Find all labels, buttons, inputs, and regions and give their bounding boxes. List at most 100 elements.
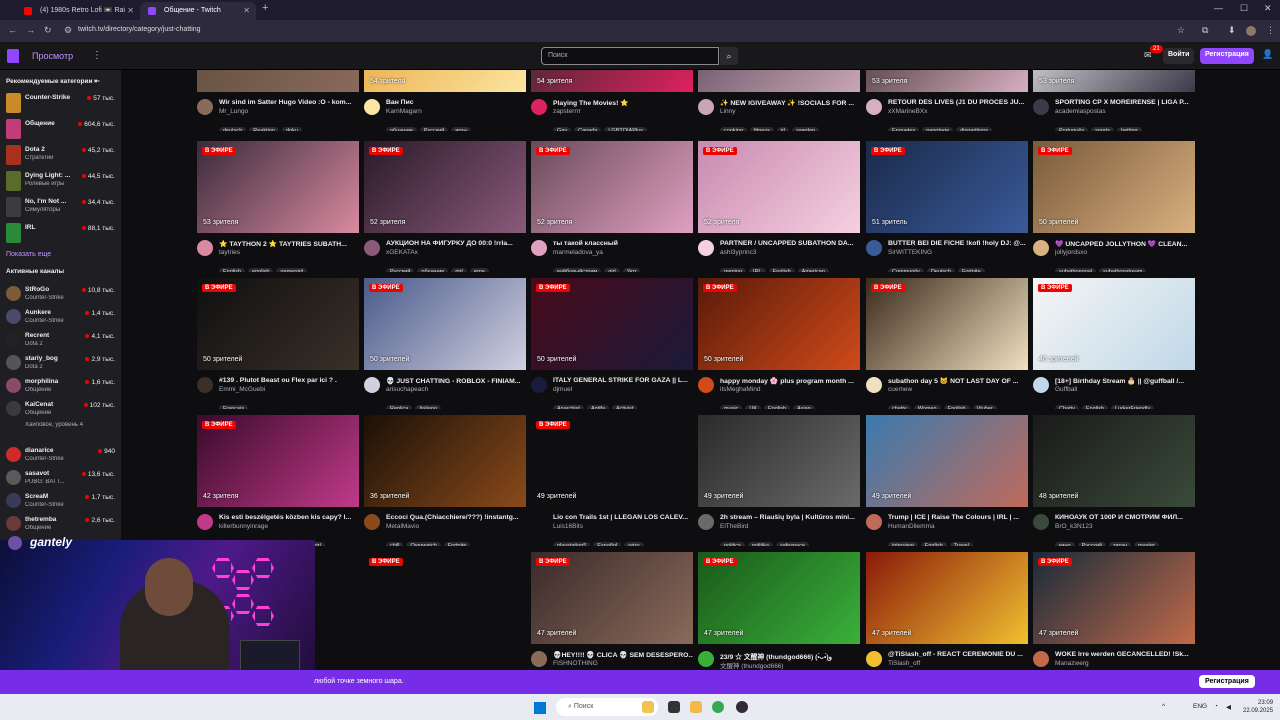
stream-title[interactable]: ты такой классный bbox=[553, 240, 693, 247]
stream-tag[interactable]: Travel bbox=[949, 542, 973, 546]
stream-tag[interactable]: общение bbox=[417, 268, 449, 272]
stream-title[interactable]: Playing The Movies! ⭐ bbox=[553, 99, 693, 107]
stream-tag[interactable]: Deutsch bbox=[926, 268, 955, 272]
network-icon[interactable]: ◔ bbox=[1214, 703, 1218, 710]
stream-tag[interactable]: Vtuber bbox=[972, 405, 997, 409]
channel-name[interactable]: cuemew bbox=[888, 386, 1028, 393]
stream-tag[interactable]: Português bbox=[1055, 127, 1089, 131]
stream-title[interactable]: 💜 UNCAPPED JOLLYTHON 💜 CLEAN... bbox=[1055, 240, 1195, 248]
maximize-button[interactable]: ☐ bbox=[1240, 3, 1248, 14]
stream-tag[interactable]: Enquetes bbox=[888, 127, 920, 131]
channel-name[interactable]: HumanDilemma bbox=[888, 523, 1028, 530]
windows-start-icon[interactable] bbox=[534, 702, 546, 714]
channel-avatar[interactable] bbox=[197, 514, 213, 530]
stream-title[interactable]: 💀HEY!!!! 💀 CLICA 💀 SEM DESESPERO... bbox=[553, 651, 693, 659]
close-icon[interactable]: ✕ bbox=[243, 2, 250, 20]
volume-icon[interactable]: ◀ bbox=[1226, 703, 1231, 711]
channel-avatar[interactable] bbox=[1033, 651, 1049, 667]
channel-name[interactable]: djmuel bbox=[553, 386, 693, 393]
stream-tag[interactable]: Fortnite bbox=[958, 268, 985, 272]
search-button[interactable]: ⌕ bbox=[720, 47, 738, 65]
stream-tag[interactable]: doku bbox=[281, 127, 302, 131]
stream-title[interactable]: ⭐ TAYTHON 2 ⭐ TAYTRIES SUBATH... bbox=[219, 240, 359, 248]
stream-tag[interactable]: IRL bbox=[749, 268, 766, 272]
channel-name[interactable]: itsMeghaMind bbox=[720, 386, 860, 393]
search-input[interactable]: Поиск bbox=[541, 47, 719, 65]
stream-title[interactable]: Lio con Trails 1st | LLEGAN LOS CALEV... bbox=[553, 514, 693, 521]
stream-tag[interactable]: English bbox=[943, 405, 970, 409]
channel-name[interactable]: Luis16Bits bbox=[553, 523, 693, 530]
stream-tag[interactable]: girl bbox=[451, 268, 467, 272]
channel-name[interactable]: Linny bbox=[720, 108, 860, 115]
stream-title[interactable]: КИНОАУК ОТ 100Р И СМОТРИМ ФИЛ... bbox=[1055, 514, 1195, 521]
stream-tag[interactable]: Overwatch bbox=[406, 542, 441, 546]
stream-title[interactable]: 💀 JUST CHATTING - ROBLOX - FINIAM... bbox=[386, 377, 526, 385]
stream-tag[interactable]: playstation5 bbox=[553, 542, 591, 546]
login-button[interactable]: Войти bbox=[1163, 48, 1195, 64]
stream-title[interactable]: #139 . Plutot Beast ou Flex par ici ? . bbox=[219, 377, 359, 384]
stream-tag[interactable]: interview bbox=[888, 542, 918, 546]
close-icon[interactable]: ✕ bbox=[127, 2, 134, 20]
channel-name[interactable]: Emmi_McGuebi bbox=[219, 386, 359, 393]
stream-title[interactable]: Kis esti beszélgetés közben kis capy? l.… bbox=[219, 514, 359, 521]
sidebar-category-item[interactable]: No, I'm Not ... Симуляторы 34,4 тыс. bbox=[0, 194, 121, 220]
stream-tag[interactable]: English bbox=[768, 268, 795, 272]
channel-avatar[interactable] bbox=[197, 377, 213, 393]
channel-avatar[interactable] bbox=[364, 99, 380, 115]
stream-tag[interactable]: Italiano bbox=[415, 405, 442, 409]
downloads-icon[interactable]: ⬇ bbox=[1228, 25, 1236, 36]
stream-tag[interactable]: Уют bbox=[622, 268, 641, 272]
stream-tag[interactable]: cooking bbox=[720, 127, 747, 131]
channel-name[interactable]: Guffball bbox=[1055, 386, 1195, 393]
stream-title[interactable]: @TiSlash_off - REACT CEREMONIE DU ... bbox=[888, 651, 1028, 658]
stream-tag[interactable]: irl bbox=[776, 127, 790, 131]
channel-name[interactable]: Manazwerg bbox=[1055, 660, 1195, 667]
stream-tag[interactable]: fitness bbox=[749, 127, 774, 131]
channel-avatar[interactable] bbox=[1033, 514, 1049, 530]
channel-avatar[interactable] bbox=[698, 514, 714, 530]
sidebar-category-item[interactable]: Dying Light: ... Ролевые игры 44,5 тыс. bbox=[0, 168, 121, 194]
stream-title[interactable]: PARTNER / UNCAPPED SUBATHON DA... bbox=[720, 240, 860, 247]
channel-avatar[interactable] bbox=[531, 99, 547, 115]
channel-avatar[interactable] bbox=[866, 377, 882, 393]
stream-tag[interactable]: UK bbox=[745, 405, 762, 409]
stream-tag[interactable]: English bbox=[764, 405, 791, 409]
stream-tag[interactable]: Gay bbox=[553, 127, 572, 131]
sidebar-category-item[interactable]: Dota 2 Стратегии 45,2 тыс. bbox=[0, 142, 121, 168]
stream-tag[interactable]: игра bbox=[469, 268, 489, 272]
collapse-icon[interactable]: ⇤ bbox=[94, 78, 99, 85]
stream-tag[interactable]: игры bbox=[451, 127, 472, 131]
stream-tag[interactable]: American bbox=[797, 268, 829, 272]
stream-title[interactable]: subathon day 5 🐱 NOT LAST DAY OF ... bbox=[888, 377, 1028, 385]
stream-tag[interactable]: Русский bbox=[386, 268, 415, 272]
stream-tag[interactable]: betting bbox=[1117, 127, 1142, 131]
stream-tag[interactable]: Antifa bbox=[586, 405, 610, 409]
channel-name[interactable]: BrO_k3N123 bbox=[1055, 523, 1195, 530]
channel-avatar[interactable] bbox=[531, 514, 547, 530]
stream-tag[interactable]: Chatty bbox=[1055, 405, 1079, 409]
stream-title[interactable]: Eccoci Qua.(Chiacchiere/???) !instantg..… bbox=[386, 514, 526, 521]
clock[interactable]: 23:09 22.09.2025 bbox=[1243, 699, 1273, 715]
stream-title[interactable]: [18+] Birthday Stream 🎂 || @guffball /..… bbox=[1055, 377, 1195, 385]
twitch-logo-icon[interactable] bbox=[7, 49, 19, 63]
stream-tag[interactable]: master bbox=[1134, 542, 1159, 546]
stream-tag[interactable]: politics bbox=[720, 542, 745, 546]
channel-avatar[interactable] bbox=[531, 651, 547, 667]
stream-tag[interactable]: титан bbox=[1109, 542, 1132, 546]
channel-avatar[interactable] bbox=[866, 651, 882, 667]
stream-title[interactable]: SPORTING CP X MOREIRENSE | LIGA P... bbox=[1055, 99, 1195, 106]
site-info-icon[interactable]: ⚙ bbox=[64, 25, 72, 36]
tray-chevron-icon[interactable]: ^ bbox=[1162, 703, 1165, 710]
user-menu-icon[interactable]: 👤 bbox=[1262, 49, 1273, 60]
browse-link[interactable]: Просмотр bbox=[32, 51, 73, 61]
stream-tag[interactable]: chatty bbox=[888, 405, 911, 409]
extensions-icon[interactable]: ⧉ bbox=[1202, 25, 1208, 36]
stream-tag[interactable]: Activist bbox=[612, 405, 638, 409]
stream-tag[interactable]: safespace bbox=[775, 542, 810, 546]
channel-name[interactable]: KarnMagarn bbox=[386, 108, 526, 115]
channel-name[interactable]: ashl3yprinc3 bbox=[720, 249, 860, 256]
stream-tag[interactable]: Woman bbox=[913, 405, 941, 409]
stream-tag[interactable]: Asian bbox=[793, 405, 815, 409]
channel-avatar[interactable] bbox=[698, 240, 714, 256]
channel-name[interactable]: ElTheBird bbox=[720, 523, 860, 530]
